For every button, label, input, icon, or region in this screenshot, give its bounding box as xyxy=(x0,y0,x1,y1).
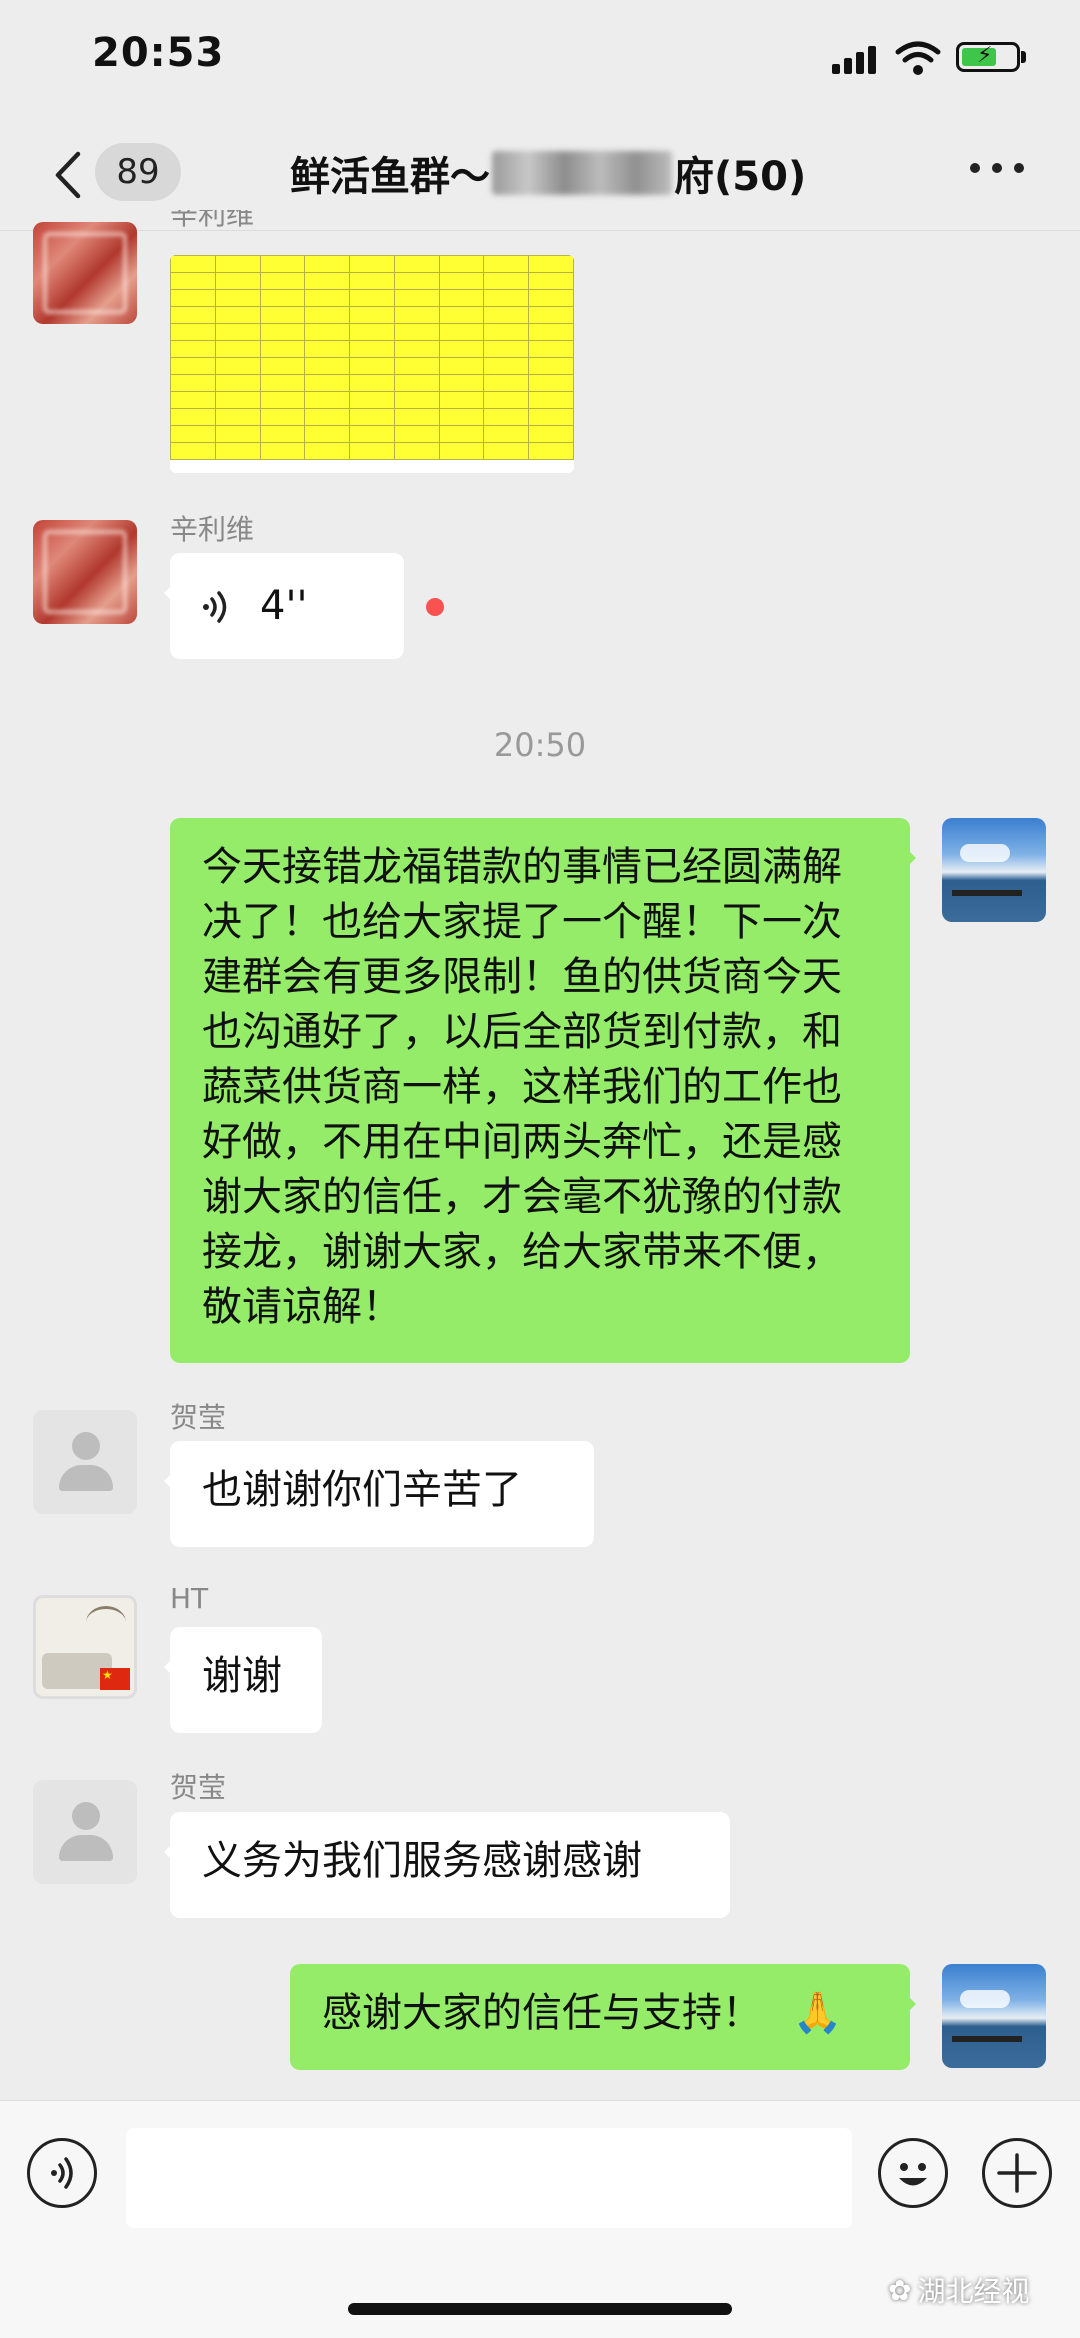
avatar[interactable] xyxy=(33,222,137,324)
self-avatar[interactable] xyxy=(942,1964,1046,2068)
chat-title-prefix: 鲜活鱼群～ xyxy=(290,154,490,200)
emoji-button[interactable] xyxy=(878,2138,948,2208)
battery-cap xyxy=(1021,51,1026,63)
sender-name: 辛利维 xyxy=(170,513,255,546)
unread-voice-dot xyxy=(426,598,444,616)
watermark-logo-icon: ✿ xyxy=(888,2273,912,2307)
received-message-bubble[interactable]: 义务为我们服务感谢感谢 xyxy=(164,1812,730,1918)
received-message-bubble[interactable]: 也谢谢你们辛苦了 xyxy=(164,1441,594,1547)
spreadsheet-table xyxy=(170,255,574,460)
voice-input-button[interactable] xyxy=(27,2138,97,2208)
time-divider: 20:50 xyxy=(493,726,587,764)
sent-message-bubble[interactable]: 今天接错龙福错款的事情已经圆满解决了！也给大家提了一个醒！下一次建群会有更多限制… xyxy=(170,818,916,1363)
more-functions-button[interactable] xyxy=(982,2138,1052,2208)
plus-icon xyxy=(997,2153,1037,2193)
sender-name: 贺莹 xyxy=(170,1401,227,1434)
sender-name: 贺莹 xyxy=(170,1771,227,1804)
back-chevron-icon[interactable] xyxy=(50,150,90,200)
avatar[interactable] xyxy=(33,520,137,624)
message-input[interactable] xyxy=(126,2128,852,2228)
praying-hands-emoji: 🙏 xyxy=(792,1990,843,2036)
more-options-icon[interactable] xyxy=(970,163,1024,179)
message-text: 感谢大家的信任与支持！ xyxy=(322,1990,762,2036)
blurred-title-segment xyxy=(492,151,672,195)
watermark-text: 湖北经视 xyxy=(917,2275,1030,2308)
status-time: 20:53 xyxy=(92,30,225,76)
voice-duration: 4'' xyxy=(260,583,308,629)
watermark: ✿ 湖北经视 xyxy=(888,2270,1029,2310)
voice-message-bubble[interactable]: 4'' xyxy=(164,553,404,659)
cellular-signal-icon xyxy=(832,44,878,74)
self-avatar[interactable] xyxy=(942,818,1046,922)
voice-input-icon xyxy=(51,2157,73,2189)
avatar[interactable] xyxy=(33,1410,137,1514)
chat-title-suffix: 府(50) xyxy=(674,154,807,200)
received-message-bubble[interactable]: 谢谢 xyxy=(164,1627,322,1733)
emoji-face-icon xyxy=(899,2163,927,2186)
sender-name: HT xyxy=(170,1582,209,1615)
sent-message-bubble[interactable]: 感谢大家的信任与支持！ 🙏 xyxy=(290,1964,916,2070)
chat-title: 鲜活鱼群～ 府(50) xyxy=(290,144,806,202)
wifi-icon xyxy=(895,41,941,75)
spreadsheet-image[interactable] xyxy=(170,255,574,473)
voice-wave-icon xyxy=(203,591,227,623)
avatar[interactable] xyxy=(33,1780,137,1884)
home-indicator xyxy=(348,2303,732,2315)
china-flag-icon: ★ xyxy=(100,1668,130,1690)
unread-count-badge[interactable]: 89 xyxy=(95,143,181,201)
battery-icon: ⚡ xyxy=(956,42,1020,72)
sender-name: 辛利维 xyxy=(170,210,255,230)
